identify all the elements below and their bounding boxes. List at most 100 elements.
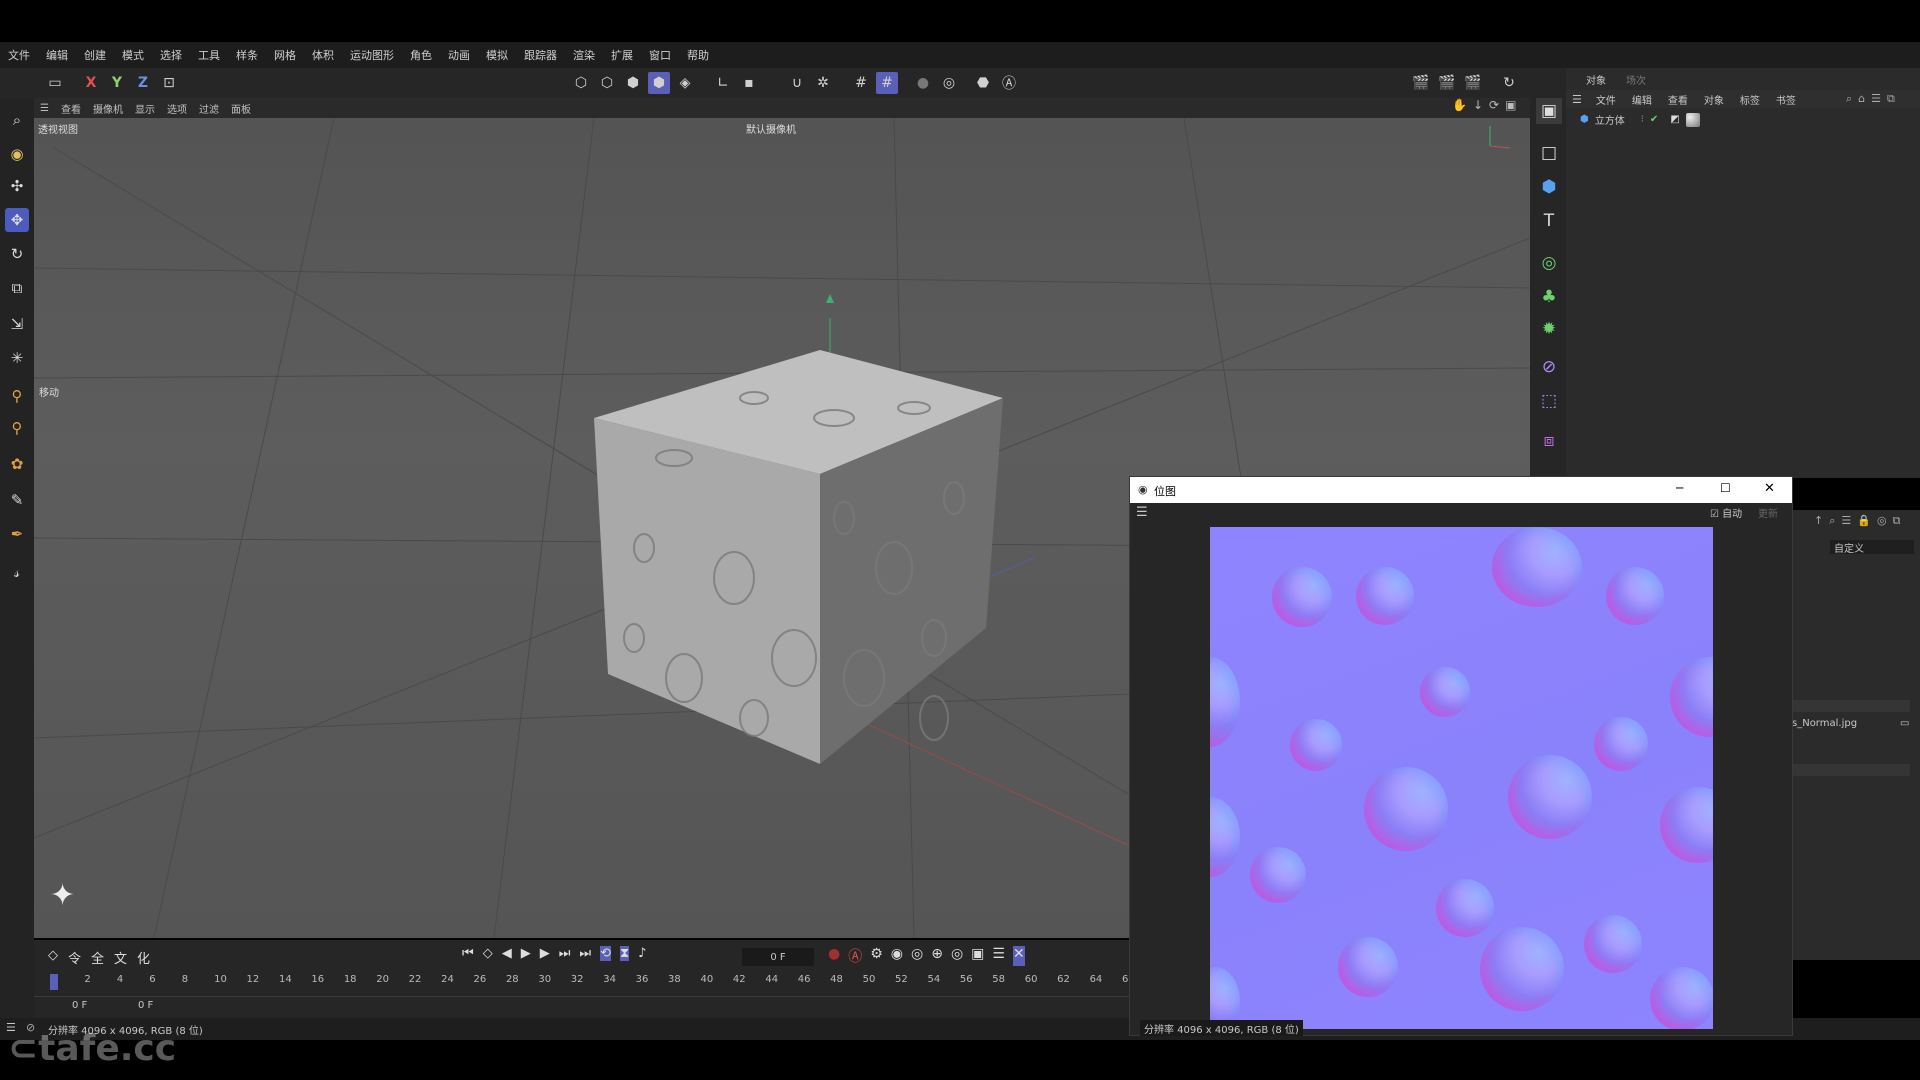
viewport-menu-item-4[interactable]: 过滤: [193, 101, 225, 116]
dolly-icon[interactable]: ↓: [1473, 98, 1483, 112]
autokey-icon[interactable]: Ⓐ: [848, 946, 862, 966]
home-icon[interactable]: ⌂: [1858, 92, 1865, 106]
render-picture-viewer-icon[interactable]: 🎬: [1436, 72, 1458, 94]
null-object-icon[interactable]: □: [1536, 140, 1562, 166]
range-start[interactable]: 0 F: [72, 1000, 87, 1011]
lock-icon[interactable]: ●: [912, 72, 934, 94]
solo-icon[interactable]: ◎: [938, 72, 960, 94]
render-view-icon[interactable]: ⬣: [972, 72, 994, 94]
menu-item-6[interactable]: 样条: [228, 47, 266, 63]
menu-item-8[interactable]: 体积: [304, 47, 342, 63]
field-icon[interactable]: ⬚: [1536, 388, 1562, 414]
menu-item-11[interactable]: 动画: [440, 47, 478, 63]
grid-icon[interactable]: #: [850, 72, 872, 94]
prev-key-icon[interactable]: ◇: [483, 946, 493, 961]
viewport-menu-item-0[interactable]: 查看: [55, 101, 87, 116]
render-settings-icon[interactable]: Ⓐ: [998, 72, 1020, 94]
scale-tool-icon[interactable]: ⧉: [5, 276, 29, 300]
object-row-cube[interactable]: ⬢ 立方体 ⁝ ✔ ◩: [1580, 112, 1700, 127]
menu-item-3[interactable]: 模式: [114, 47, 152, 63]
rotate-tool-icon[interactable]: ↻: [5, 242, 29, 266]
axis-z-toggle[interactable]: Z: [132, 72, 154, 94]
current-frame-field[interactable]: 0 F: [742, 948, 814, 966]
magnet-icon[interactable]: ∪: [786, 72, 808, 94]
interpolation-icon[interactable]: ⧗: [620, 946, 630, 961]
text-object-icon[interactable]: T: [1536, 208, 1562, 234]
material-tag-icon[interactable]: [1685, 112, 1700, 127]
up-arrow-icon[interactable]: ↑: [1814, 514, 1823, 528]
key-rotation-icon[interactable]: ◎: [911, 946, 923, 966]
object-menu-item-2[interactable]: 查看: [1660, 92, 1696, 107]
axis-mode-icon[interactable]: ∟: [712, 72, 734, 94]
record-icon[interactable]: ●: [828, 946, 840, 966]
enabled-check-icon[interactable]: ✔: [1650, 114, 1658, 125]
object-menu-icon[interactable]: ☰: [1566, 93, 1588, 106]
prev-frame-icon[interactable]: ◀: [502, 946, 512, 961]
live-select-icon[interactable]: ✣: [5, 174, 29, 198]
refresh-icon[interactable]: ↻: [1498, 72, 1520, 94]
viewport-menu-item-2[interactable]: 显示: [129, 101, 161, 116]
menu-item-10[interactable]: 角色: [402, 47, 440, 63]
next-key-icon[interactable]: ⏭: [559, 946, 571, 961]
scheme-icon[interactable]: ✕: [1012, 946, 1025, 966]
key-char-2[interactable]: 文: [114, 948, 127, 967]
edges-mode-icon[interactable]: ⬡: [596, 72, 618, 94]
menu-item-1[interactable]: 编辑: [38, 47, 76, 63]
dropdown-field[interactable]: [1790, 700, 1910, 712]
camera-object-icon[interactable]: ▣: [1536, 98, 1562, 124]
dropdown-field-2[interactable]: [1790, 764, 1910, 776]
model-mode-icon[interactable]: ⬢: [648, 72, 670, 94]
sculpt-brush-icon[interactable]: ⚲: [5, 416, 29, 440]
deformer-icon[interactable]: ⊘: [1536, 354, 1562, 380]
key-position-icon[interactable]: ◉: [891, 946, 903, 966]
play-icon[interactable]: ▶: [521, 946, 531, 961]
render-icon[interactable]: 🎬: [1410, 72, 1432, 94]
tweak-mode-icon[interactable]: ▪: [738, 72, 760, 94]
transfer-tool-icon[interactable]: ⇲: [5, 312, 29, 336]
keyframe-icon[interactable]: ◇: [48, 948, 58, 967]
placement-tool-icon[interactable]: ✳: [5, 346, 29, 370]
visibility-icon[interactable]: ⁝: [1641, 114, 1644, 125]
axis-y-toggle[interactable]: Y: [106, 72, 128, 94]
polygons-mode-icon[interactable]: ⬢: [622, 72, 644, 94]
sound-icon[interactable]: ♪: [638, 946, 646, 961]
axis-x-toggle[interactable]: X: [80, 72, 102, 94]
menu-item-16[interactable]: 窗口: [641, 47, 679, 63]
key-char-1[interactable]: 全: [91, 948, 104, 967]
scene-icon[interactable]: ⧈: [1536, 428, 1562, 454]
filter-icon[interactable]: ☰: [1841, 514, 1851, 528]
menu-item-0[interactable]: 文件: [0, 47, 38, 63]
search-icon[interactable]: ⌕: [1829, 514, 1835, 528]
effector-icon[interactable]: ✹: [1536, 316, 1562, 342]
phong-tag-icon[interactable]: ◩: [1670, 114, 1679, 125]
object-name[interactable]: 立方体: [1595, 112, 1625, 127]
menu-item-2[interactable]: 创建: [76, 47, 114, 63]
paint-icon[interactable]: ✿: [5, 452, 29, 476]
target-icon[interactable]: ◎: [1877, 514, 1887, 528]
texture-mode-icon[interactable]: ◈: [674, 72, 696, 94]
sculpt-pull-icon[interactable]: ⚲: [5, 384, 29, 408]
menu-item-12[interactable]: 模拟: [478, 47, 516, 63]
minimize-icon[interactable]: ─: [1676, 481, 1683, 495]
next-frame-icon[interactable]: ▶: [540, 946, 550, 961]
object-menu-item-5[interactable]: 书签: [1768, 92, 1804, 107]
viewport-menu-item-5[interactable]: 面板: [225, 101, 257, 116]
update-button[interactable]: 更新: [1758, 505, 1778, 520]
camera-label[interactable]: 默认摄像机: [746, 121, 796, 136]
viewport-menu-icon[interactable]: ☰: [34, 103, 55, 114]
new-window-icon[interactable]: ⧉: [1887, 92, 1895, 106]
loop-icon[interactable]: ⟲: [600, 946, 612, 961]
select-tool-icon[interactable]: ◉: [5, 142, 29, 166]
edit-render-settings-icon[interactable]: 🎬: [1462, 72, 1484, 94]
workplane-icon[interactable]: #: [876, 72, 898, 94]
auto-checkbox[interactable]: ☑ 自动: [1710, 505, 1742, 520]
menu-item-4[interactable]: 选择: [152, 47, 190, 63]
object-menu-item-3[interactable]: 对象: [1696, 92, 1732, 107]
viewport-menu-item-1[interactable]: 摄像机: [87, 101, 129, 116]
filter-icon[interactable]: ☰: [1871, 92, 1881, 106]
key-settings-icon[interactable]: ⚙: [870, 946, 883, 966]
menu-item-5[interactable]: 工具: [190, 47, 228, 63]
key-char-0[interactable]: 令: [68, 948, 81, 967]
orbit-icon[interactable]: ⟳: [1489, 98, 1499, 112]
key-pla-icon[interactable]: ▣: [971, 946, 984, 966]
